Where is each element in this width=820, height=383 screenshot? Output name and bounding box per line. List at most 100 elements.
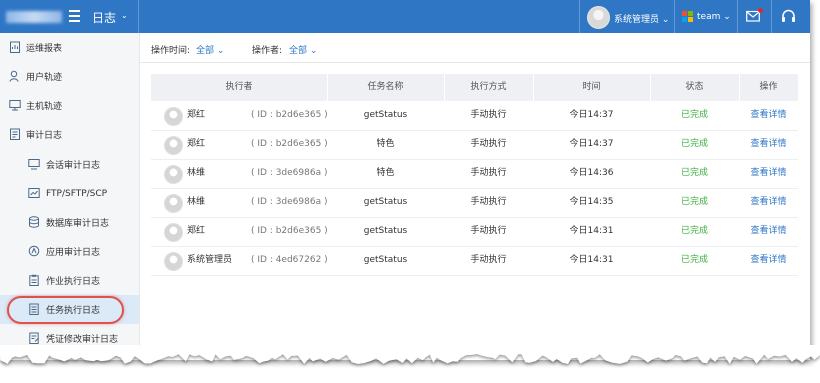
sidebar-item-session-audit[interactable]: 会话审计日志 (0, 150, 139, 179)
credential-doc-icon (29, 332, 39, 344)
execution-method: 手动执行 (470, 110, 507, 120)
executor-id: ( ID : b2d6e365 ) (251, 139, 328, 149)
divider (737, 0, 738, 33)
execution-time: 今日14:31 (569, 255, 614, 265)
view-details-link[interactable]: 查看详情 (739, 130, 798, 159)
sidebar-item-label: 会话审计日志 (46, 161, 101, 171)
view-details-link[interactable]: 查看详情 (739, 188, 798, 217)
view-details-link[interactable]: 查看详情 (739, 246, 798, 275)
sidebar-item-user-track[interactable]: 用户轨迹 (0, 62, 139, 91)
executor-id: ( ID : 3de6986a ) (251, 168, 328, 178)
sidebar-item-ftp[interactable]: FTP/SFTP/SCP (0, 179, 139, 208)
sidebar-item-label: 应用审计日志 (46, 248, 101, 258)
sidebar-item-job-log[interactable]: 作业执行日志 (0, 266, 139, 295)
highlight-ring (7, 296, 124, 324)
task-name: 特色 (376, 139, 395, 149)
host-track-icon (9, 100, 21, 111)
table-row: 系统管理员 ( ID : 4ed67262 ) getStatus 手动执行 今日14:… (151, 246, 798, 276)
database-icon (29, 216, 39, 228)
execution-time: 今日14:36 (569, 168, 614, 178)
table-header: 执行者 任务名称 执行方式 时间 状态 操作 (151, 74, 798, 101)
brand-logo[interactable] (6, 11, 62, 23)
task-name: getStatus (363, 255, 408, 265)
executor-name: 郑红 (187, 226, 206, 236)
team-icon[interactable] (682, 11, 693, 22)
table-row: 林维 ( ID : 3de6986a ) getStatus 手动执行 今日14:35 已… (151, 188, 798, 218)
execution-method: 手动执行 (470, 226, 507, 236)
time-filter-dropdown[interactable]: 全部 ⌄ (196, 43, 224, 56)
divider (771, 0, 772, 33)
execution-method: 手动执行 (470, 168, 507, 178)
view-details-link[interactable]: 查看详情 (739, 101, 798, 130)
executor-name: 系统管理员 (187, 255, 233, 265)
avatar (164, 107, 183, 126)
sidebar-item-ops-report[interactable]: 运维报表 (0, 33, 139, 62)
executor-name: 郑红 (187, 110, 206, 120)
table-row: 郑红 ( ID : b2d6e365 ) getStatus 手动执行 今日14:31 已… (151, 217, 798, 247)
operator-filter-dropdown[interactable]: 全部 ⌄ (289, 43, 317, 56)
sidebar-item-audit-log[interactable]: 审计日志 (0, 120, 139, 149)
status-badge: 已完成 (680, 139, 708, 149)
status-badge: 已完成 (680, 255, 708, 265)
table-row: 郑红 ( ID : b2d6e365 ) getStatus 手动执行 今日14:37 已… (151, 101, 798, 131)
chevron-down-icon[interactable]: ⌄ (121, 11, 128, 20)
task-name: getStatus (363, 226, 408, 236)
top-bar: 日志 ⌄ 系统管理员 ⌄ team ⌄ (0, 0, 810, 33)
view-details-link[interactable]: 查看详情 (739, 159, 798, 188)
task-name: getStatus (363, 110, 408, 120)
sidebar-item-label: 数据库审计日志 (46, 219, 110, 229)
sidebar-item-label: 凭证修改审计日志 (46, 335, 119, 345)
execution-time: 今日14:37 (569, 139, 614, 149)
time-filter-label: 操作时间: (151, 46, 191, 56)
sidebar-item-db-audit[interactable]: 数据库审计日志 (0, 208, 139, 237)
avatar (164, 136, 183, 155)
sidebar-item-label: 主机轨迹 (26, 102, 63, 112)
execution-time: 今日14:37 (569, 110, 614, 120)
executor-name: 郑红 (187, 139, 206, 149)
main-content: 操作时间: 全部 ⌄ 操作者: 全部 ⌄ 执行者 任务名称 执行方式 时间 状态… (140, 33, 810, 360)
sidebar-item-label: 用户轨迹 (26, 73, 63, 83)
sidebar-item-host-track[interactable]: 主机轨迹 (0, 91, 139, 120)
user-avatar[interactable] (587, 6, 610, 29)
sidebar-item-label: 作业执行日志 (46, 277, 101, 287)
torn-edge (0, 345, 820, 364)
status-badge: 已完成 (680, 197, 708, 207)
divider (674, 0, 675, 33)
executor-name: 林维 (187, 168, 206, 178)
avatar (164, 252, 183, 271)
divider (138, 0, 139, 33)
module-title[interactable]: 日志 (92, 9, 116, 26)
user-track-icon (9, 70, 19, 82)
executor-name: 林维 (187, 197, 206, 207)
column-header: 执行方式 (470, 82, 507, 92)
job-clipboard-icon (29, 274, 39, 286)
task-name: 特色 (376, 168, 395, 178)
status-badge: 已完成 (680, 110, 708, 120)
divider (579, 0, 580, 33)
sidebar-item-app-audit[interactable]: 应用审计日志 (0, 237, 139, 266)
avatar (164, 194, 183, 213)
session-monitor-icon (28, 159, 40, 170)
headset-icon[interactable] (781, 9, 796, 24)
execution-time: 今日14:35 (569, 197, 614, 207)
executor-id: ( ID : 4ed67262 ) (251, 255, 328, 265)
executor-id: ( ID : 3de6986a ) (251, 197, 328, 207)
column-header: 执行者 (225, 82, 253, 92)
task-name: getStatus (363, 197, 408, 207)
view-details-link[interactable]: 查看详情 (739, 217, 798, 246)
filter-bar: 操作时间: 全部 ⌄ 操作者: 全部 ⌄ (140, 33, 810, 63)
notification-dot (758, 8, 763, 13)
app-window: 日志 ⌄ 系统管理员 ⌄ team ⌄ 运维报表 用户轨迹 主机轨迹 审计日志 … (0, 0, 810, 360)
column-header: 任务名称 (367, 82, 404, 92)
hamburger-menu-icon[interactable] (69, 10, 80, 22)
executor-id: ( ID : b2d6e365 ) (251, 110, 328, 120)
execution-method: 手动执行 (470, 255, 507, 265)
sidebar-item-label: 审计日志 (26, 131, 63, 141)
audit-log-icon (10, 128, 20, 140)
app-icon (28, 245, 40, 257)
sidebar-item-label: 运维报表 (26, 44, 63, 54)
column-header: 操作 (759, 82, 778, 92)
status-badge: 已完成 (680, 168, 708, 178)
user-menu[interactable]: 系统管理员 ⌄ (614, 12, 669, 25)
team-menu[interactable]: team ⌄ (697, 12, 731, 22)
